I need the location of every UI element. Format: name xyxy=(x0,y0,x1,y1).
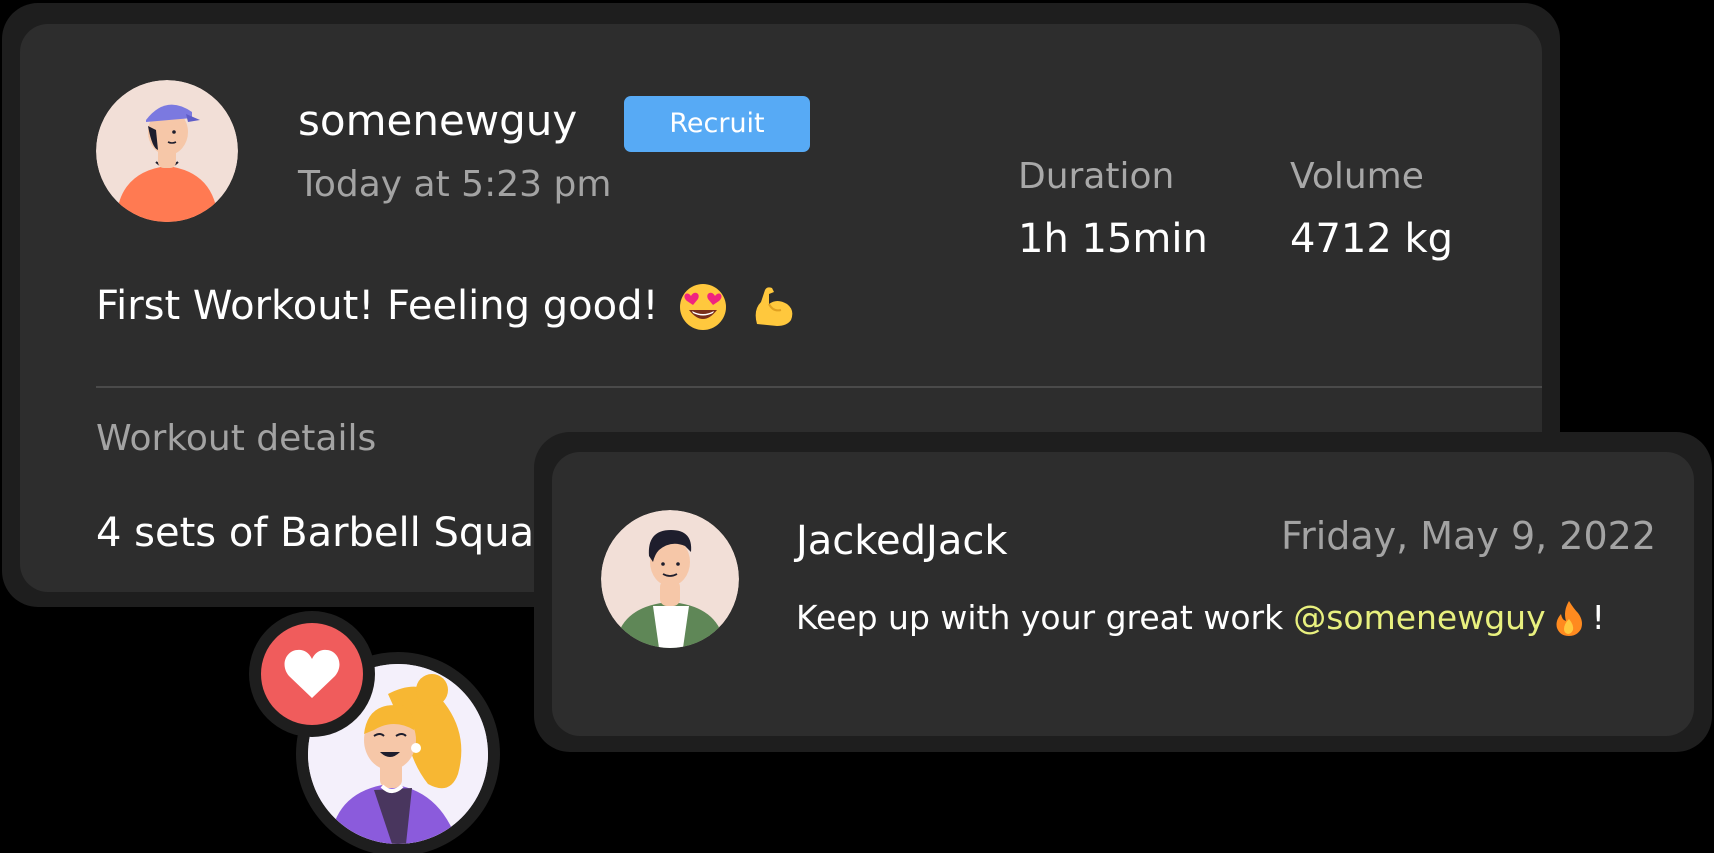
comment-date: Friday, May 9, 2022 xyxy=(1280,514,1656,558)
commenter-name[interactable]: JackedJack xyxy=(796,518,1008,564)
user-avatar[interactable] xyxy=(96,80,238,222)
post-caption-text: First Workout! Feeling good! xyxy=(96,283,659,329)
duration-value: 1h 15min xyxy=(1018,216,1208,262)
like-button[interactable] xyxy=(261,623,363,725)
comment-trailing: ! xyxy=(1591,598,1605,637)
username[interactable]: somenewguy xyxy=(298,96,577,145)
flexed-biceps-emoji-icon xyxy=(747,280,799,332)
heart-eyes-emoji-icon xyxy=(677,280,729,332)
comment-body: Keep up with your great work xyxy=(796,598,1284,637)
workout-details-heading: Workout details xyxy=(96,418,377,459)
commenter-avatar[interactable] xyxy=(601,510,739,648)
volume-value: 4712 kg xyxy=(1290,216,1454,262)
post-caption: First Workout! Feeling good! xyxy=(96,280,799,332)
exercise-item[interactable]: 4 sets of Barbell Squat xyxy=(96,510,550,556)
heart-icon xyxy=(284,649,340,698)
user-mention-link[interactable]: @somenewguy xyxy=(1293,598,1545,637)
man-with-jacket-avatar-icon xyxy=(601,510,739,648)
post-timestamp: Today at 5:23 pm xyxy=(298,164,612,205)
rank-badge: Recruit xyxy=(624,96,810,152)
divider xyxy=(96,386,1542,388)
volume-label: Volume xyxy=(1290,156,1424,197)
boy-with-cap-avatar-icon xyxy=(96,80,238,222)
fire-icon xyxy=(1554,599,1584,637)
comment-text: Keep up with your great work @somenewguy… xyxy=(796,598,1605,637)
duration-label: Duration xyxy=(1018,156,1175,197)
